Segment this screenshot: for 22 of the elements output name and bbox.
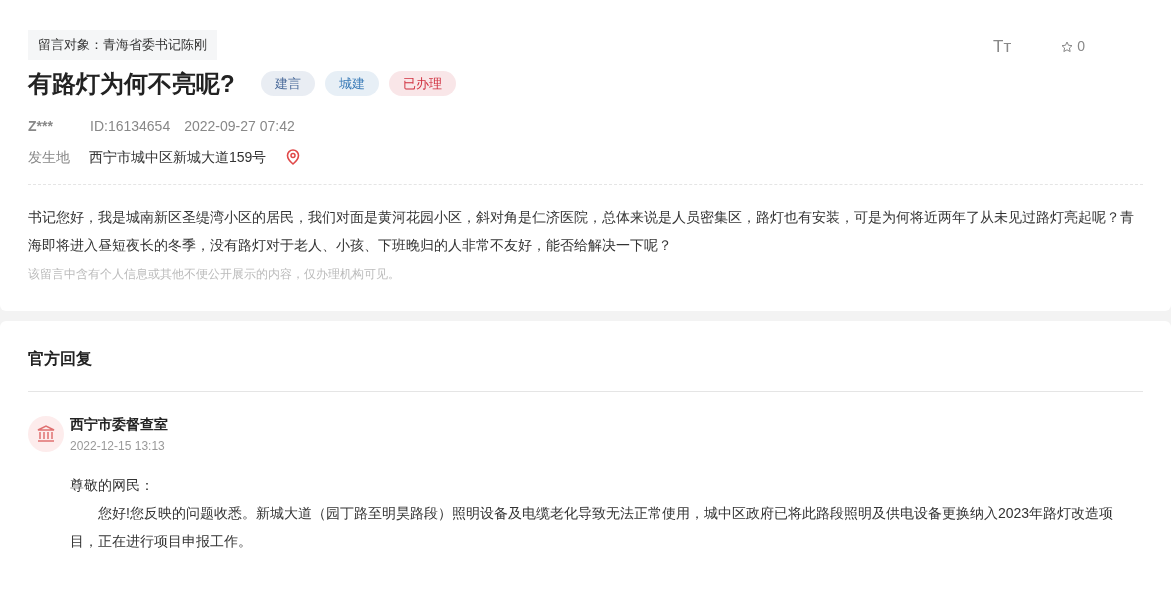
author-name: Z*** xyxy=(28,116,54,136)
tag: 城建 xyxy=(324,70,379,97)
privacy-note: 该留言中含有个人信息或其他不便公开展示的内容，仅办理机构可见。 xyxy=(28,265,401,283)
star-icon xyxy=(1061,40,1074,53)
recipient-label: 留言对象：青海省委书记陈刚 xyxy=(28,30,217,60)
message-id: ID:16134654 xyxy=(90,116,171,136)
reply-greeting: 尊敬的网民： xyxy=(70,475,155,495)
location-label: 发生地 xyxy=(28,147,71,167)
tag: 建言 xyxy=(260,70,315,97)
reply-organization: 西宁市委督查室 xyxy=(70,414,168,434)
message-date: 2022-09-27 07:42 xyxy=(184,116,295,136)
favorite-button[interactable]: 0 xyxy=(1061,36,1085,58)
reply-heading: 官方回复 xyxy=(28,346,1143,392)
location-pin-icon[interactable] xyxy=(286,149,301,165)
government-building-icon xyxy=(28,415,64,452)
reply-date: 2022-12-15 13:13 xyxy=(70,437,166,455)
tag: 已办理 xyxy=(388,70,456,97)
font-size-button[interactable]: Tт xyxy=(993,34,1012,60)
message-body: 书记您好，我是城南新区圣缇湾小区的居民，我们对面是黄河花园小区，斜对角是仁济医院，总体来说是人员密集区，路灯也有安装，可是为何将近两年了从未见过路灯亮起呢？青海即将进入昼短夜长的冬季，没有路灯对于老人、小孩、下班晚归的人非常不友好，能否给解决一下呢？ xyxy=(28,207,1135,255)
reply-text: 您好!您反映的问题收悉。新城大道（园丁路至明昊路段）照明设备及电缆老化导致无法正常使用，城中区政府已将此路段照明及供电设备更换纳入2023年路灯改造项目，正在进行项目申报工作。 xyxy=(70,503,1115,551)
message-title: 有路灯为何不亮呢? xyxy=(28,68,235,99)
location-value: 西宁市城中区新城大道159号 xyxy=(89,147,267,167)
